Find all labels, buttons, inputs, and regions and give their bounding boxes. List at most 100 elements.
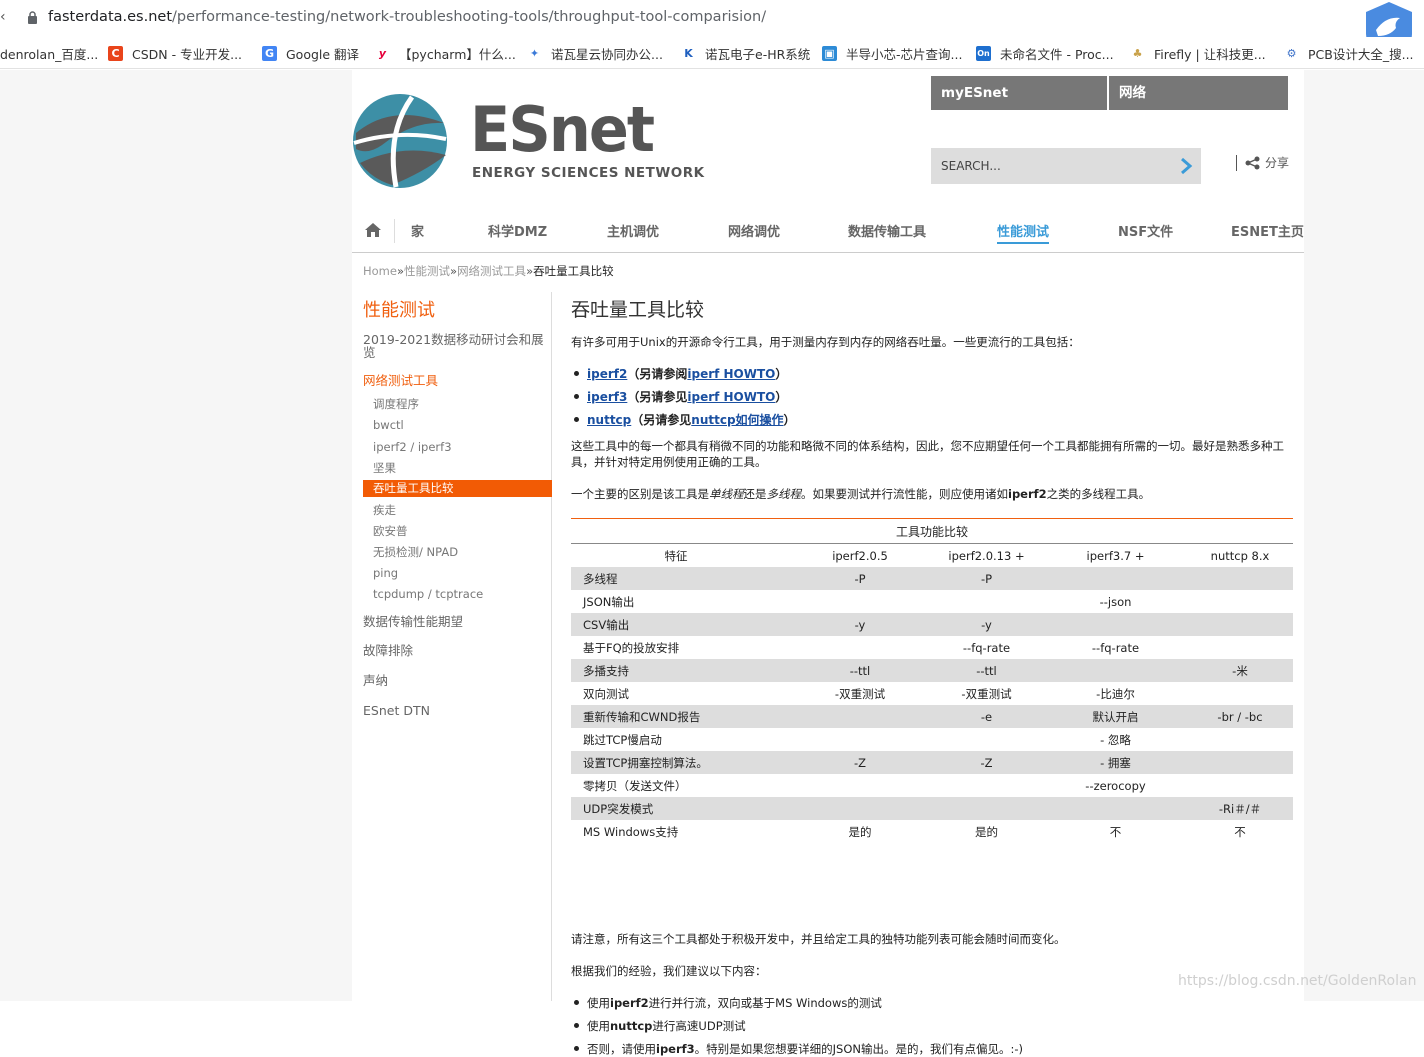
sidebar: 性能测试 2019-2021数据移动研讨会和展览 网络测试工具 调度程序 bwc… xyxy=(352,292,552,1001)
back-arrow-icon[interactable]: ‹ xyxy=(0,9,10,25)
watermark: https://blog.csdn.net/GoldenRolan xyxy=(1178,973,1417,989)
table-cell: --ttl xyxy=(976,663,997,678)
list-item: iperf3（另请参见iperf HOWTO） xyxy=(571,388,787,405)
table-cell: 零拷贝（发送文件） xyxy=(583,778,687,793)
lock-icon xyxy=(28,11,37,24)
breadcrumb-performance[interactable]: 性能测试 xyxy=(404,264,450,278)
myesnet-button[interactable]: myESnet xyxy=(931,76,1109,110)
sidebar-item[interactable]: 声纳 xyxy=(363,674,388,687)
intro-paragraph: 有许多可用于Unix的开源命令行工具，用于测量内存到内存的网络吞吐量。一些更流行… xyxy=(571,335,1080,349)
table-cell: - 忽略 xyxy=(1100,732,1131,747)
sidebar-subitem[interactable]: ping xyxy=(373,566,398,580)
nav-item-esnet-home[interactable]: ESNET主页 xyxy=(1231,221,1304,240)
bookmark-item[interactable]: ♣ Firefly | 让科技更... xyxy=(1130,43,1266,63)
url-path: /performance-testing/network-troubleshoo… xyxy=(172,9,767,25)
bookmarks-bar: denrolan_百度... C CSDN - 专业开发... G Google 翻… xyxy=(0,37,1424,69)
share-button[interactable]: 分享 xyxy=(1236,154,1289,171)
table-cell: - 拥塞 xyxy=(1100,755,1131,770)
sidebar-item[interactable]: 数据传输性能期望 xyxy=(363,615,463,628)
sidebar-subitem[interactable]: 无损检测/ NPAD xyxy=(373,544,458,560)
sidebar-subitem[interactable]: 坚果 xyxy=(373,460,396,476)
table-cell: 跳过TCP慢启动 xyxy=(583,732,662,747)
table-cell: -Z xyxy=(980,755,993,770)
network-button[interactable]: 网络 xyxy=(1109,76,1288,110)
iperf-howto-link[interactable]: iperf HOWTO xyxy=(687,367,775,381)
bookmark-item[interactable]: ▣ 半导小芯-芯片查询... xyxy=(822,43,962,63)
iperf3-link[interactable]: iperf3 xyxy=(587,390,627,404)
table-cell: --ttl xyxy=(849,663,871,678)
bookmark-item[interactable]: On 未命名文件 - Proc... xyxy=(976,43,1114,63)
share-label: 分享 xyxy=(1265,156,1290,170)
url-text[interactable]: fasterdata.es.net/performance-testing/ne… xyxy=(48,9,766,25)
table-cell: -双重测试 xyxy=(834,686,886,701)
sidebar-heading[interactable]: 性能测试 xyxy=(363,296,435,322)
recommendation-item: 使用nuttcp进行高速UDP测试 xyxy=(571,1018,746,1034)
chip-icon: ▣ xyxy=(822,45,837,61)
table-body: 多线程 -P -P JSON输出 --json CSV输出 -y -y 基于FQ的投放安排 --f… xyxy=(571,567,1293,843)
table-cell: 多播支持 xyxy=(583,663,629,678)
bookmark-item[interactable]: ⚙ PCB设计大全_搜... xyxy=(1284,43,1414,63)
sidebar-subitem[interactable]: tcpdump / tcptrace xyxy=(373,587,483,601)
k-icon: K xyxy=(684,46,693,60)
address-bar[interactable]: ‹ fasterdata.es.net/performance-testing/… xyxy=(0,0,1424,55)
translate-icon: G xyxy=(262,45,277,61)
bookmark-item[interactable]: G Google 翻译 xyxy=(262,43,359,63)
sidebar-item-workshop[interactable]: 2019-2021数据移动研讨会和展览 xyxy=(363,333,548,359)
breadcrumb-home[interactable]: Home xyxy=(363,264,397,278)
nav-item-network-tuning[interactable]: 网络调优 xyxy=(728,221,780,240)
table-row: JSON输出 --json xyxy=(571,590,1293,613)
url-host: fasterdata.es.net xyxy=(48,9,173,25)
breadcrumb: Home»性能测试»网络测试工具»吞吐量工具比较 xyxy=(363,264,614,278)
table-cell: -米 xyxy=(1232,663,1248,678)
logo-wordmark[interactable]: ESnet xyxy=(470,96,655,164)
nuttcp-link[interactable]: nuttcp xyxy=(587,413,631,427)
table-cell: -e xyxy=(980,709,993,724)
search-box xyxy=(931,148,1201,184)
table-row: 重新传输和CWND报告 -e 默认开启 -br / -bc xyxy=(571,705,1293,728)
nav-item-home[interactable]: 家 xyxy=(411,221,424,240)
iperf2-link[interactable]: iperf2 xyxy=(587,367,627,381)
breadcrumb-network-tools[interactable]: 网络测试工具 xyxy=(457,264,526,278)
csdn-icon: C xyxy=(108,45,123,61)
table-cell: UDP突发模式 xyxy=(583,801,654,816)
sidebar-subitem[interactable]: iperf2 / iperf3 xyxy=(373,440,452,454)
list-item: nuttcp（另请参见nuttcp如何操作） xyxy=(571,411,796,428)
bookmark-item[interactable]: C CSDN - 专业开发... xyxy=(108,43,242,63)
table-cell: 基于FQ的投放安排 xyxy=(583,640,680,655)
sidebar-subitem[interactable]: 疾走 xyxy=(373,502,396,518)
table-row: CSV输出 -y -y xyxy=(571,613,1293,636)
top-buttons: myESnet 网络 xyxy=(931,76,1288,110)
table-header-row: 特征 iperf2.0.5 iperf2.0.13 + iperf3.7 + nuttc… xyxy=(664,548,1270,563)
chevron-right-icon[interactable] xyxy=(1179,157,1193,175)
esnet-globe-logo[interactable] xyxy=(352,93,448,189)
home-icon[interactable] xyxy=(364,222,382,238)
sidebar-subitem[interactable]: 欧安普 xyxy=(373,523,408,539)
search-input[interactable] xyxy=(931,148,1171,184)
table-cell: 不 xyxy=(1109,824,1122,839)
share-icon xyxy=(1245,156,1260,169)
table-row: 双向测试 -双重测试 -双重测试 -比迪尔 xyxy=(571,682,1293,705)
nav-item-science-dmz[interactable]: 科学DMZ xyxy=(488,221,547,240)
bookmark-item[interactable]: ✦ 诺瓦星云协同办公... xyxy=(527,43,663,63)
bookmark-item[interactable]: K 诺瓦电子e-HR系统 xyxy=(681,43,810,63)
threading-paragraph: 一个主要的区别是该工具是单线程还是多线程。如果要测试并行流性能，则应使用诸如ip… xyxy=(571,487,1151,501)
sidebar-subitem-selected[interactable]: 吞吐量工具比较 xyxy=(363,480,552,497)
nav-item-nsf-docs[interactable]: NSF文件 xyxy=(1118,221,1173,240)
nav-item-host-tuning[interactable]: 主机调优 xyxy=(607,221,659,240)
table-cell: -P xyxy=(854,571,866,586)
sidebar-subitem[interactable]: bwctl xyxy=(373,418,404,432)
nuttcp-howto-link[interactable]: nuttcp如何操作 xyxy=(691,413,783,427)
feature-comparison-table: 工具功能比较 特征 iperf2.0.5 iperf2.0.13 + iperf3.7… xyxy=(571,518,1293,843)
table-cell: 不 xyxy=(1234,824,1246,839)
bookmark-item[interactable]: y 【pycharm】什么... xyxy=(375,43,516,63)
nav-item-data-transfer-tools[interactable]: 数据传输工具 xyxy=(848,221,926,240)
on-icon: On xyxy=(976,45,991,61)
nav-item-performance-testing[interactable]: 性能测试 xyxy=(997,221,1050,244)
table-row: 多线程 -P -P xyxy=(571,567,1293,590)
sidebar-item-network-tools[interactable]: 网络测试工具 xyxy=(363,374,438,387)
sidebar-item[interactable]: ESnet DTN xyxy=(363,704,430,717)
bookmark-item[interactable]: denrolan_百度... xyxy=(0,43,98,63)
sidebar-subitem[interactable]: 调度程序 xyxy=(373,396,419,412)
iperf-howto-link[interactable]: iperf HOWTO xyxy=(687,390,775,404)
sidebar-item[interactable]: 故障排除 xyxy=(363,644,413,657)
